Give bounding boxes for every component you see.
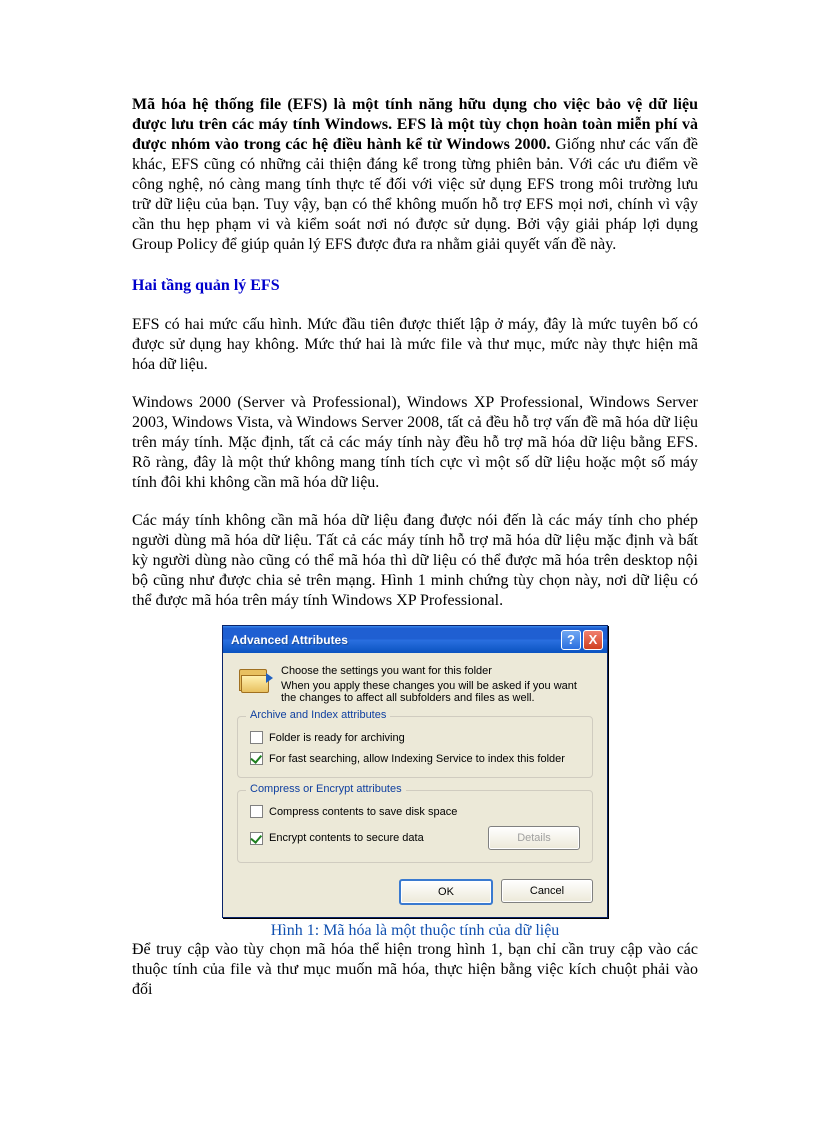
archive-index-fieldset: Archive and Index attributes Folder is r… — [237, 716, 593, 778]
archive-index-legend: Archive and Index attributes — [246, 709, 390, 721]
cancel-button[interactable]: Cancel — [501, 879, 593, 903]
archive-checkbox[interactable] — [250, 731, 263, 744]
indexing-checkbox[interactable] — [250, 752, 263, 765]
paragraph-4: Để truy cập vào tùy chọn mã hóa thể hiện… — [132, 940, 698, 1000]
paragraph-1: EFS có hai mức cấu hình. Mức đầu tiên đư… — [132, 315, 698, 375]
close-button[interactable]: X — [583, 630, 603, 650]
indexing-check-row[interactable]: For fast searching, allow Indexing Servi… — [250, 752, 580, 765]
dialog-header-row: Choose the settings you want for this fo… — [237, 665, 593, 704]
intro-paragraph: Mã hóa hệ thống file (EFS) là một tính n… — [132, 95, 698, 255]
dialog-titlebar[interactable]: Advanced Attributes ? X — [223, 626, 607, 653]
section-heading-efs-layers: Hai tầng quản lý EFS — [132, 277, 698, 295]
compress-encrypt-fieldset: Compress or Encrypt attributes Compress … — [237, 790, 593, 863]
folder-icon — [237, 665, 271, 695]
encrypt-checkbox[interactable] — [250, 832, 263, 845]
archive-label: Folder is ready for archiving — [269, 732, 405, 744]
dialog-figure: Advanced Attributes ? X Choose the s — [132, 625, 698, 918]
cancel-button-label: Cancel — [530, 885, 564, 897]
archive-check-row[interactable]: Folder is ready for archiving — [250, 731, 580, 744]
ok-button-label: OK — [438, 886, 454, 898]
dialog-header-text: Choose the settings you want for this fo… — [281, 665, 593, 704]
close-icon: X — [589, 632, 598, 647]
details-button-label: Details — [517, 832, 551, 844]
intro-rest-text: Giống như các vấn đề khác, EFS cũng có n… — [132, 136, 698, 253]
paragraph-3: Các máy tính không cần mã hóa dữ liệu đa… — [132, 511, 698, 611]
ok-button[interactable]: OK — [399, 879, 493, 905]
compress-checkbox[interactable] — [250, 805, 263, 818]
paragraph-2: Windows 2000 (Server và Professional), W… — [132, 393, 698, 493]
encrypt-check-row[interactable]: Encrypt contents to secure data Details — [250, 826, 580, 850]
compress-label: Compress contents to save disk space — [269, 806, 457, 818]
encrypt-label: Encrypt contents to secure data — [269, 832, 488, 844]
header-line-2: When you apply these changes you will be… — [281, 680, 593, 704]
dialog-body: Choose the settings you want for this fo… — [223, 653, 607, 917]
compress-check-row[interactable]: Compress contents to save disk space — [250, 805, 580, 818]
dialog-button-row: OK Cancel — [237, 875, 593, 905]
dialog-title: Advanced Attributes — [231, 633, 559, 647]
figure-caption: Hình 1: Mã hóa là một thuộc tính của dữ … — [132, 922, 698, 940]
help-icon: ? — [567, 632, 575, 647]
document-page: Mã hóa hệ thống file (EFS) là một tính n… — [0, 0, 816, 1060]
header-line-1: Choose the settings you want for this fo… — [281, 665, 593, 677]
indexing-label: For fast searching, allow Indexing Servi… — [269, 753, 565, 765]
compress-encrypt-legend: Compress or Encrypt attributes — [246, 783, 406, 795]
advanced-attributes-dialog: Advanced Attributes ? X Choose the s — [222, 625, 608, 918]
help-button[interactable]: ? — [561, 630, 581, 650]
details-button[interactable]: Details — [488, 826, 580, 850]
